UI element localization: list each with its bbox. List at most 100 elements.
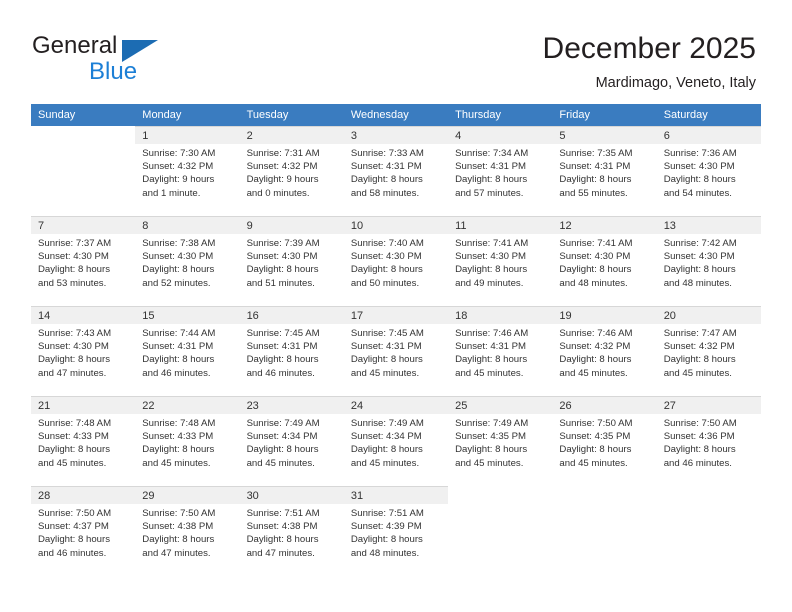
day-cell-inner: 10 Sunrise: 7:40 AM Sunset: 4:30 PM Dayl… bbox=[343, 216, 449, 306]
daylight-text-line2: and 50 minutes. bbox=[350, 277, 420, 289]
day-cell[interactable] bbox=[31, 126, 136, 216]
day-number: 22 bbox=[135, 397, 240, 414]
sunset-text: Sunset: 4:31 PM bbox=[350, 341, 422, 353]
sunrise-text: Sunrise: 7:31 AM bbox=[246, 148, 320, 159]
day-number: 25 bbox=[448, 397, 553, 414]
day-cell[interactable]: 22 Sunrise: 7:48 AM Sunset: 4:33 PM Dayl… bbox=[135, 396, 240, 486]
daylight-text-line1: Daylight: 8 hours bbox=[246, 444, 319, 456]
day-cell[interactable]: 23 Sunrise: 7:49 AM Sunset: 4:34 PM Dayl… bbox=[239, 396, 344, 486]
daylight-text-line2: and 45 minutes. bbox=[455, 367, 524, 379]
day-details: Sunrise: 7:34 AM Sunset: 4:31 PM Dayligh… bbox=[448, 144, 552, 200]
daylight-text-line2: and 45 minutes. bbox=[142, 457, 211, 469]
day-cell[interactable]: 29 Sunrise: 7:50 AM Sunset: 4:38 PM Dayl… bbox=[135, 486, 240, 576]
sunrise-text: Sunrise: 7:41 AM bbox=[559, 238, 633, 249]
day-cell[interactable]: 24 Sunrise: 7:49 AM Sunset: 4:34 PM Dayl… bbox=[343, 396, 449, 486]
day-details: Sunrise: 7:35 AM Sunset: 4:31 PM Dayligh… bbox=[552, 144, 656, 200]
day-details: Sunrise: 7:46 AM Sunset: 4:32 PM Dayligh… bbox=[552, 324, 656, 380]
day-cell[interactable]: 28 Sunrise: 7:50 AM Sunset: 4:37 PM Dayl… bbox=[31, 486, 136, 576]
day-cell[interactable] bbox=[552, 486, 657, 576]
day-cell-inner: 21 Sunrise: 7:48 AM Sunset: 4:33 PM Dayl… bbox=[31, 396, 136, 486]
sunset-text: Sunset: 4:30 PM bbox=[559, 251, 631, 263]
page-header: General Blue December 2025 Mardimago, Ve… bbox=[0, 0, 792, 104]
day-cell[interactable]: 17 Sunrise: 7:45 AM Sunset: 4:31 PM Dayl… bbox=[343, 306, 449, 396]
sunrise-text: Sunrise: 7:45 AM bbox=[246, 328, 320, 339]
day-cell[interactable]: 2 Sunrise: 7:31 AM Sunset: 4:32 PM Dayli… bbox=[239, 126, 344, 216]
day-cell[interactable] bbox=[656, 486, 761, 576]
sunrise-text: Sunrise: 7:43 AM bbox=[38, 328, 112, 339]
weekday-header-monday: Monday bbox=[135, 104, 240, 126]
day-cell-inner: 14 Sunrise: 7:43 AM Sunset: 4:30 PM Dayl… bbox=[31, 306, 136, 396]
day-cell-inner: 26 Sunrise: 7:50 AM Sunset: 4:35 PM Dayl… bbox=[552, 396, 657, 486]
daylight-text-line2: and 45 minutes. bbox=[559, 457, 628, 469]
day-cell[interactable]: 5 Sunrise: 7:35 AM Sunset: 4:31 PM Dayli… bbox=[552, 126, 657, 216]
daylight-text-line2: and 48 minutes. bbox=[663, 277, 732, 289]
day-cell[interactable]: 26 Sunrise: 7:50 AM Sunset: 4:35 PM Dayl… bbox=[552, 396, 657, 486]
daylight-text-line1: Daylight: 8 hours bbox=[455, 174, 528, 186]
day-cell[interactable]: 8 Sunrise: 7:38 AM Sunset: 4:30 PM Dayli… bbox=[135, 216, 240, 306]
day-cell[interactable]: 9 Sunrise: 7:39 AM Sunset: 4:30 PM Dayli… bbox=[239, 216, 344, 306]
sunset-text: Sunset: 4:30 PM bbox=[663, 251, 735, 263]
day-cell[interactable]: 14 Sunrise: 7:43 AM Sunset: 4:30 PM Dayl… bbox=[31, 306, 136, 396]
day-cell[interactable]: 31 Sunrise: 7:51 AM Sunset: 4:39 PM Dayl… bbox=[343, 486, 449, 576]
day-cell[interactable]: 12 Sunrise: 7:41 AM Sunset: 4:30 PM Dayl… bbox=[552, 216, 657, 306]
day-number: 30 bbox=[239, 487, 344, 504]
daylight-text-line1: Daylight: 8 hours bbox=[38, 264, 110, 276]
daylight-text-line1: Daylight: 8 hours bbox=[38, 534, 110, 546]
daylight-text-line1: Daylight: 8 hours bbox=[350, 264, 423, 276]
daylight-text-line2: and 46 minutes. bbox=[663, 457, 732, 469]
sunset-text: Sunset: 4:31 PM bbox=[142, 341, 214, 353]
daylight-text-line1: Daylight: 8 hours bbox=[350, 534, 423, 546]
day-cell[interactable]: 7 Sunrise: 7:37 AM Sunset: 4:30 PM Dayli… bbox=[31, 216, 136, 306]
sunrise-text: Sunrise: 7:51 AM bbox=[246, 508, 320, 519]
day-cell[interactable]: 4 Sunrise: 7:34 AM Sunset: 4:31 PM Dayli… bbox=[448, 126, 553, 216]
day-cell[interactable]: 15 Sunrise: 7:44 AM Sunset: 4:31 PM Dayl… bbox=[135, 306, 240, 396]
weekday-header-thursday: Thursday bbox=[448, 104, 553, 126]
day-details: Sunrise: 7:43 AM Sunset: 4:30 PM Dayligh… bbox=[31, 324, 135, 380]
day-cell[interactable]: 20 Sunrise: 7:47 AM Sunset: 4:32 PM Dayl… bbox=[656, 306, 761, 396]
day-cell[interactable]: 21 Sunrise: 7:48 AM Sunset: 4:33 PM Dayl… bbox=[31, 396, 136, 486]
day-cell[interactable]: 11 Sunrise: 7:41 AM Sunset: 4:30 PM Dayl… bbox=[448, 216, 553, 306]
daylight-text-line2: and 48 minutes. bbox=[350, 547, 420, 559]
day-cell[interactable]: 19 Sunrise: 7:46 AM Sunset: 4:32 PM Dayl… bbox=[552, 306, 657, 396]
day-number: 24 bbox=[343, 397, 449, 414]
day-cell[interactable] bbox=[448, 486, 553, 576]
sunset-text: Sunset: 4:38 PM bbox=[142, 521, 214, 533]
weekday-header-wednesday: Wednesday bbox=[343, 104, 449, 126]
daylight-text-line2: and 46 minutes. bbox=[246, 367, 315, 379]
day-number: 9 bbox=[239, 217, 344, 234]
daylight-text-line1: Daylight: 8 hours bbox=[142, 264, 215, 276]
daylight-text-line1: Daylight: 8 hours bbox=[350, 354, 423, 366]
day-cell-inner: 15 Sunrise: 7:44 AM Sunset: 4:31 PM Dayl… bbox=[135, 306, 240, 396]
day-cell[interactable]: 16 Sunrise: 7:45 AM Sunset: 4:31 PM Dayl… bbox=[239, 306, 344, 396]
general-blue-logo[interactable]: General Blue bbox=[32, 32, 212, 88]
week-row: 1 Sunrise: 7:30 AM Sunset: 4:32 PM Dayli… bbox=[31, 126, 761, 216]
daylight-text-line1: Daylight: 8 hours bbox=[38, 444, 110, 456]
day-cell-inner: 2 Sunrise: 7:31 AM Sunset: 4:32 PM Dayli… bbox=[239, 126, 344, 216]
day-cell[interactable]: 10 Sunrise: 7:40 AM Sunset: 4:30 PM Dayl… bbox=[343, 216, 449, 306]
daylight-text-line2: and 57 minutes. bbox=[455, 187, 524, 199]
daylight-text-line1: Daylight: 8 hours bbox=[455, 444, 528, 456]
sunset-text: Sunset: 4:32 PM bbox=[663, 341, 735, 353]
day-cell[interactable]: 30 Sunrise: 7:51 AM Sunset: 4:38 PM Dayl… bbox=[239, 486, 344, 576]
sunrise-text: Sunrise: 7:45 AM bbox=[350, 328, 424, 339]
week-row: 21 Sunrise: 7:48 AM Sunset: 4:33 PM Dayl… bbox=[31, 396, 761, 486]
day-cell-inner: 3 Sunrise: 7:33 AM Sunset: 4:31 PM Dayli… bbox=[343, 126, 449, 216]
calendar-page: General Blue December 2025 Mardimago, Ve… bbox=[0, 0, 792, 612]
day-cell[interactable]: 3 Sunrise: 7:33 AM Sunset: 4:31 PM Dayli… bbox=[343, 126, 449, 216]
day-number: 1 bbox=[135, 127, 240, 144]
day-cell[interactable]: 13 Sunrise: 7:42 AM Sunset: 4:30 PM Dayl… bbox=[656, 216, 761, 306]
day-number: 28 bbox=[31, 487, 136, 504]
calendar-table: Sunday Monday Tuesday Wednesday Thursday… bbox=[31, 104, 761, 576]
day-cell[interactable]: 1 Sunrise: 7:30 AM Sunset: 4:32 PM Dayli… bbox=[135, 126, 240, 216]
day-cell[interactable]: 27 Sunrise: 7:50 AM Sunset: 4:36 PM Dayl… bbox=[656, 396, 761, 486]
day-cell-inner: 4 Sunrise: 7:34 AM Sunset: 4:31 PM Dayli… bbox=[448, 126, 553, 216]
day-cell[interactable]: 18 Sunrise: 7:46 AM Sunset: 4:31 PM Dayl… bbox=[448, 306, 553, 396]
daylight-text-line1: Daylight: 8 hours bbox=[38, 354, 110, 366]
day-details: Sunrise: 7:39 AM Sunset: 4:30 PM Dayligh… bbox=[240, 234, 344, 290]
daylight-text-line1: Daylight: 8 hours bbox=[663, 444, 736, 456]
day-cell-inner: 24 Sunrise: 7:49 AM Sunset: 4:34 PM Dayl… bbox=[343, 396, 449, 486]
day-cell[interactable]: 6 Sunrise: 7:36 AM Sunset: 4:30 PM Dayli… bbox=[656, 126, 761, 216]
sunset-text: Sunset: 4:39 PM bbox=[350, 521, 422, 533]
day-number: 10 bbox=[343, 217, 449, 234]
day-cell[interactable]: 25 Sunrise: 7:49 AM Sunset: 4:35 PM Dayl… bbox=[448, 396, 553, 486]
